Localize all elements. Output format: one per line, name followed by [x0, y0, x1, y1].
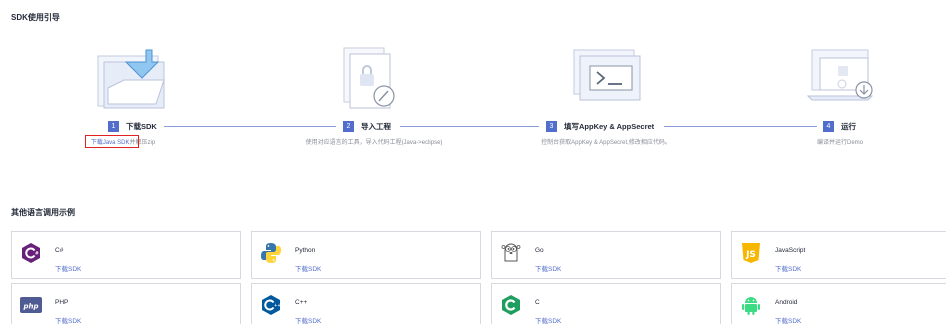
language-card-c[interactable]: C 下载SDK: [491, 283, 721, 324]
language-name: JavaScript: [775, 247, 806, 254]
language-card-python[interactable]: Python 下载SDK: [251, 231, 481, 279]
svg-text:#: #: [35, 251, 39, 257]
language-card-android[interactable]: Android 下载SDK: [731, 283, 946, 324]
step-title: 导入工程: [361, 122, 391, 131]
javascript-icon: JS: [740, 242, 762, 264]
language-card-csharp[interactable]: # C# 下载SDK: [11, 231, 241, 279]
language-name: PHP: [55, 299, 69, 306]
step-1-label: 1 下载SDK: [108, 120, 157, 133]
php-icon: php: [20, 294, 42, 316]
language-card-go[interactable]: Go 下载SDK: [491, 231, 721, 279]
cpp-icon: ++: [260, 294, 282, 316]
download-sdk-link[interactable]: 下载SDK: [535, 315, 561, 324]
csharp-icon: #: [20, 242, 42, 264]
highlight-box: [85, 135, 139, 148]
step-number: 4: [823, 121, 834, 132]
download-sdk-link[interactable]: 下载SDK: [55, 263, 81, 273]
go-gopher-icon: [500, 242, 522, 264]
sdk-guide-title: SDK使用引导: [11, 13, 60, 22]
step-title: 运行: [841, 122, 856, 131]
document-lock-icon: [332, 44, 408, 112]
step-number: 1: [108, 121, 119, 132]
step-number: 2: [343, 121, 354, 132]
svg-text:php: php: [22, 303, 38, 311]
step-connector: [164, 126, 336, 127]
folder-download-icon: [94, 44, 170, 112]
download-sdk-link[interactable]: 下载SDK: [775, 315, 801, 324]
step-title: 填写AppKey & AppSecret: [564, 122, 655, 131]
step-title: 下载SDK: [126, 122, 157, 131]
download-sdk-link[interactable]: 下载SDK: [295, 263, 321, 273]
language-name: C#: [55, 247, 64, 254]
download-sdk-link[interactable]: 下载SDK: [295, 315, 321, 324]
android-icon: [740, 294, 762, 316]
step-2-label: 2 导入工程: [343, 120, 391, 133]
languages-title: 其他语言调用示例: [11, 208, 75, 217]
c-icon: [500, 294, 522, 316]
language-name: C++: [295, 299, 308, 306]
svg-text:++: ++: [274, 303, 281, 308]
python-icon: [260, 242, 282, 264]
step-3-label: 3 填写AppKey & AppSecret: [546, 120, 654, 133]
step-2-desc: 使用对应语言的工具，导入代码工程(Java->eclipse): [305, 140, 443, 146]
language-card-cpp[interactable]: ++ C++ 下载SDK: [251, 283, 481, 324]
language-name: Android: [775, 299, 798, 306]
step-connector: [400, 126, 539, 127]
language-name: Python: [295, 247, 316, 254]
step-4-label: 4 运行: [823, 120, 856, 133]
terminal-window-icon: [570, 44, 646, 112]
laptop-run-icon: [804, 44, 880, 112]
download-sdk-link[interactable]: 下载SDK: [55, 315, 81, 324]
step-number: 3: [546, 121, 557, 132]
download-sdk-link[interactable]: 下载SDK: [535, 263, 561, 273]
svg-text:JS: JS: [745, 250, 756, 260]
language-card-javascript[interactable]: JS JavaScript 下载SDK: [731, 231, 946, 279]
language-card-php[interactable]: php PHP 下载SDK: [11, 283, 241, 324]
step-connector: [664, 126, 817, 127]
language-name: C: [535, 299, 540, 306]
step-4-desc: 编译并运行Demo: [816, 140, 863, 146]
download-sdk-link[interactable]: 下载SDK: [775, 263, 801, 273]
language-name: Go: [535, 247, 544, 254]
step-3-desc: 控制台获取AppKey & AppSecret,修改相应代码。: [541, 140, 671, 146]
